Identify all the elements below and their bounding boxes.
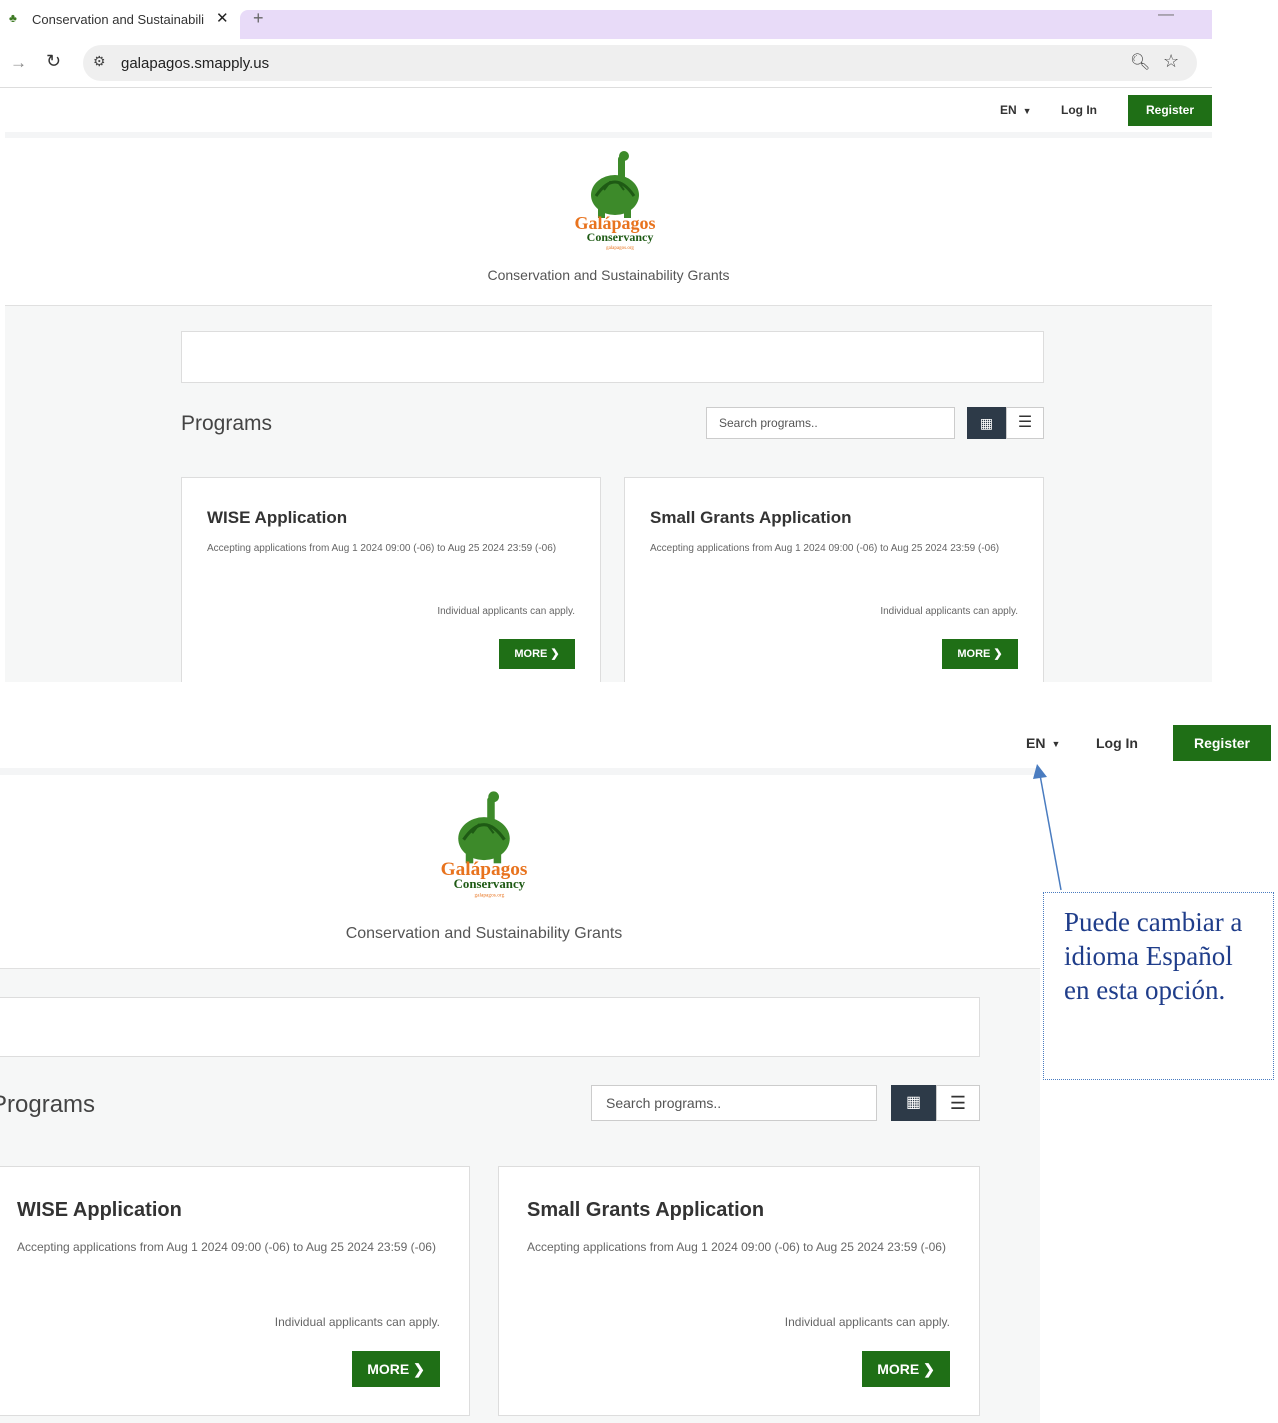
list-view-button[interactable]: ☰ xyxy=(936,1085,980,1121)
more-button[interactable]: MORE ❯ xyxy=(352,1351,440,1387)
programs-section: Programs Search programs.. ▦ ☰ WISE Appl… xyxy=(5,306,1212,682)
program-title[interactable]: Small Grants Application xyxy=(650,508,852,528)
tab-bar: ♣ Conservation and Sustainability ✕ + — xyxy=(0,0,1212,40)
program-card-wise[interactable]: WISE Application Accepting applications … xyxy=(181,477,601,682)
list-view-button[interactable]: ☰ xyxy=(1006,407,1044,439)
program-dates: Accepting applications from Aug 1 2024 0… xyxy=(650,543,1000,554)
galapagos-conservancy-logo: Galápagos Conservancy galapagos.org xyxy=(574,151,656,250)
programs-title: Programs xyxy=(181,412,273,435)
browser-tab[interactable]: ♣ Conservation and Sustainability ✕ xyxy=(0,0,240,40)
more-button[interactable]: MORE ❯ xyxy=(942,639,1018,669)
program-dates: Accepting applications from Aug 1 2024 0… xyxy=(207,543,557,554)
site-subtitle: Conservation and Sustainability Grants xyxy=(487,267,730,283)
caret-down-icon: ▼ xyxy=(1022,105,1032,116)
list-icon: ☰ xyxy=(1017,414,1033,431)
site-banner: Galápagos Conservancy galapagos.org Cons… xyxy=(0,775,1040,969)
chevron-right-icon: ❯ xyxy=(550,648,560,660)
programs-section: Programs Search programs.. ▦ ☰ WISE Appl… xyxy=(0,969,1040,1423)
tab-strip xyxy=(240,10,1212,39)
program-card-small-grants[interactable]: Small Grants Application Accepting appli… xyxy=(624,477,1044,682)
site-header: EN ▼ Log In Register xyxy=(5,88,1212,132)
site-banner: Galápagos Conservancy galapagos.org Cons… xyxy=(5,138,1212,306)
svg-text:Conservancy: Conservancy xyxy=(587,230,654,244)
url-text: galapagos.smapply.us xyxy=(121,55,270,72)
program-dates: Accepting applications from Aug 1 2024 0… xyxy=(527,1240,946,1254)
galapagos-conservancy-logo: Galápagos Conservancy galapagos.org xyxy=(441,791,528,899)
program-card-wise[interactable]: WISE Application Accepting applications … xyxy=(0,1166,470,1416)
annotation-callout: Puede cambiar a idioma Español en esta o… xyxy=(1043,892,1274,1080)
announcement-box xyxy=(0,997,980,1057)
grid-view-button[interactable]: ▦ xyxy=(967,407,1006,439)
chevron-right-icon: ❯ xyxy=(413,1361,425,1377)
grid-icon: ▦ xyxy=(979,415,994,431)
register-button[interactable]: Register xyxy=(1128,95,1212,126)
caret-down-icon: ▼ xyxy=(1051,739,1061,750)
site-header: EN ▼ Log In Register xyxy=(0,722,1278,768)
language-dropdown[interactable]: EN ▼ xyxy=(1026,735,1060,751)
svg-text:Conservancy: Conservancy xyxy=(454,877,526,891)
chevron-right-icon: ❯ xyxy=(993,648,1003,660)
address-bar[interactable]: ⚙ galapagos.smapply.us 🔍︎ ☆ xyxy=(83,45,1197,81)
program-card-small-grants[interactable]: Small Grants Application Accepting appli… xyxy=(498,1166,980,1416)
programs-title: Programs xyxy=(0,1091,96,1118)
header-divider xyxy=(0,768,1040,775)
minimize-icon[interactable]: — xyxy=(1158,6,1174,24)
program-eligibility: Individual applicants can apply. xyxy=(880,606,1018,617)
program-eligibility: Individual applicants can apply. xyxy=(437,606,575,617)
login-link[interactable]: Log In xyxy=(1096,735,1138,751)
reload-icon[interactable]: ↻ xyxy=(46,51,61,72)
forward-icon[interactable]: → xyxy=(10,53,27,73)
more-button[interactable]: MORE ❯ xyxy=(862,1351,950,1387)
tab-title: Conservation and Sustainability xyxy=(32,12,204,27)
browser-screenshot: ♣ Conservation and Sustainability ✕ + — … xyxy=(0,0,1212,682)
browser-toolbar: → ↻ ⚙ galapagos.smapply.us 🔍︎ ☆ xyxy=(0,40,1212,88)
program-eligibility: Individual applicants can apply. xyxy=(274,1315,440,1329)
grid-view-button[interactable]: ▦ xyxy=(891,1085,936,1121)
program-dates: Accepting applications from Aug 1 2024 0… xyxy=(17,1240,436,1254)
svg-text:galapagos.org: galapagos.org xyxy=(474,893,504,899)
search-programs-input[interactable]: Search programs.. xyxy=(591,1085,877,1121)
program-title[interactable]: WISE Application xyxy=(17,1199,182,1222)
zoom-icon[interactable]: 🔍︎ xyxy=(1130,52,1150,72)
site-subtitle: Conservation and Sustainability Grants xyxy=(345,925,623,942)
announcement-box xyxy=(181,331,1044,383)
site-info-icon[interactable]: ⚙ xyxy=(93,53,106,70)
program-title[interactable]: WISE Application xyxy=(207,508,347,528)
list-icon: ☰ xyxy=(949,1093,967,1113)
svg-text:galapagos.org: galapagos.org xyxy=(606,246,634,250)
search-programs-input[interactable]: Search programs.. xyxy=(706,407,955,439)
login-link[interactable]: Log In xyxy=(1061,103,1097,117)
program-title[interactable]: Small Grants Application xyxy=(527,1199,764,1222)
close-icon[interactable]: ✕ xyxy=(216,9,229,27)
more-button[interactable]: MORE ❯ xyxy=(499,639,575,669)
new-tab-icon[interactable]: + xyxy=(253,8,264,29)
tortoise-favicon-icon: ♣ xyxy=(9,11,17,25)
chevron-right-icon: ❯ xyxy=(923,1361,935,1377)
register-button[interactable]: Register xyxy=(1173,725,1271,761)
bookmark-star-icon[interactable]: ☆ xyxy=(1163,51,1179,72)
grid-icon: ▦ xyxy=(905,1094,922,1111)
program-eligibility: Individual applicants can apply. xyxy=(784,1315,950,1329)
language-dropdown[interactable]: EN ▼ xyxy=(1000,103,1032,117)
